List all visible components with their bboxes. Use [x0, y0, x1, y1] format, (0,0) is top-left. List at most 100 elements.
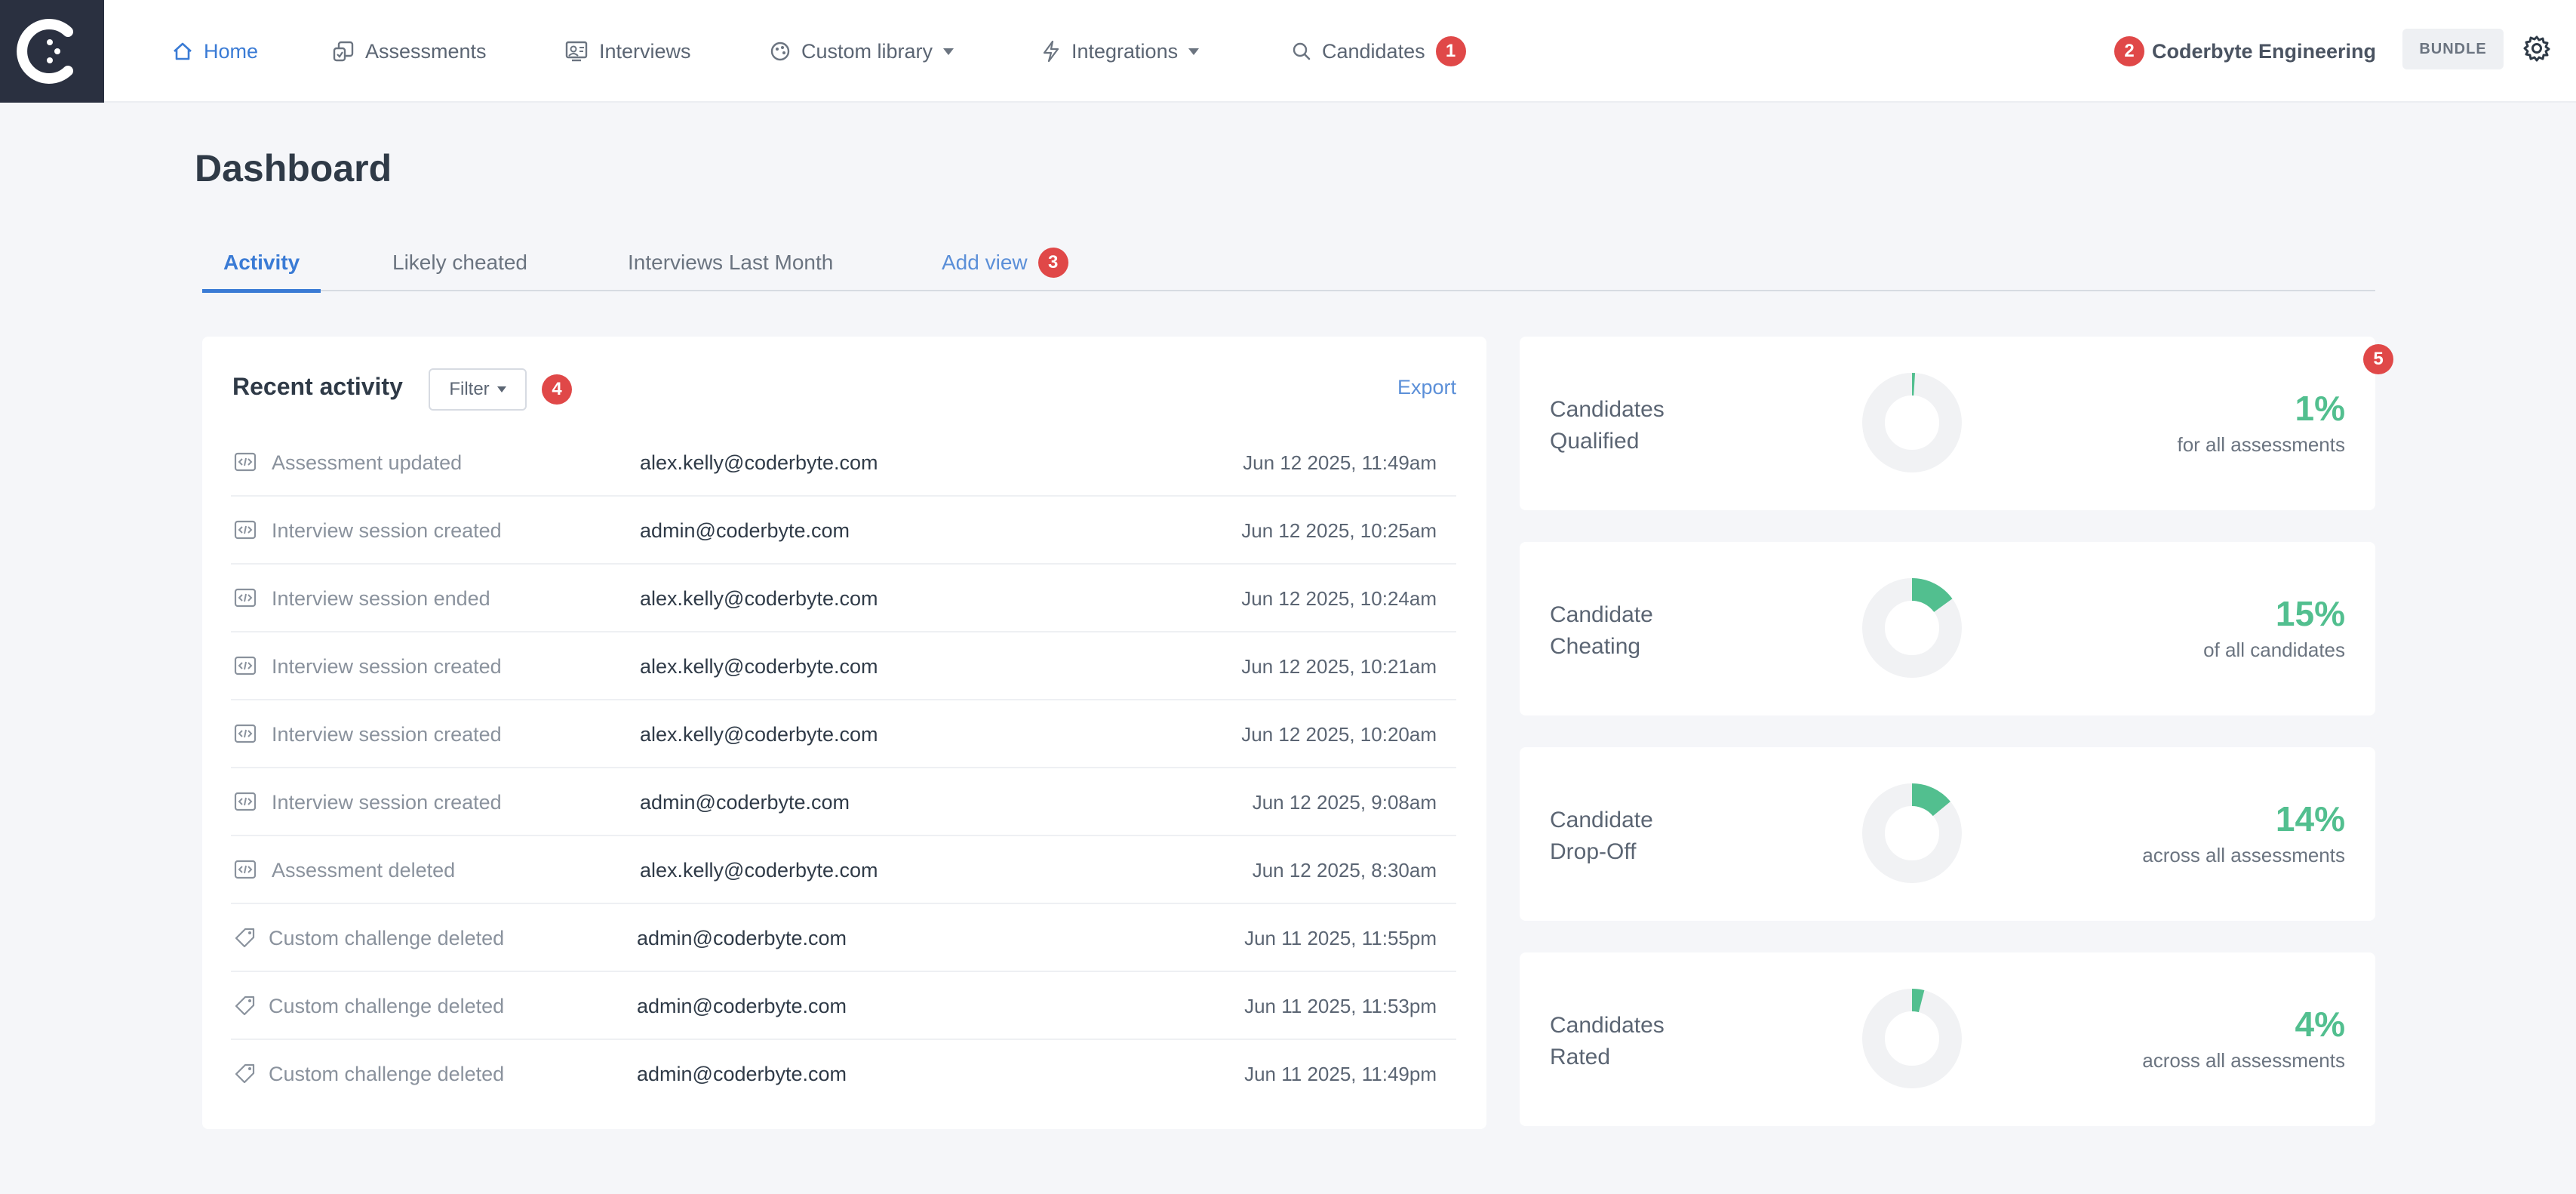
stat-percentage: 1% [2295, 389, 2345, 428]
plan-badge: BUNDLE [2402, 29, 2504, 69]
tab-activity[interactable]: Activity [202, 234, 321, 293]
stat-card-cheating[interactable]: Candidate Cheating 15% of all candidates [1520, 542, 2375, 715]
activity-user: alex.kelly@coderbyte.com [640, 859, 878, 882]
tab-likely-cheated[interactable]: Likely cheated [392, 234, 527, 291]
activity-action: Assessment updated [272, 451, 463, 474]
activity-row[interactable]: Interview session created admin@coderbyt… [231, 497, 1456, 565]
filter-step-badge: 4 [542, 374, 572, 405]
search-icon [1293, 42, 1311, 60]
activity-row[interactable]: Custom challenge deleted admin@coderbyte… [231, 904, 1456, 972]
nav-home[interactable]: Home [172, 35, 258, 68]
nav-custom-library[interactable]: Custom library [770, 35, 954, 68]
stat-subtitle: of all candidates [2203, 639, 2345, 661]
activity-time: Jun 11 2025, 11:55pm [1244, 927, 1437, 949]
interviews-icon [565, 41, 588, 62]
tab-likely-cheated-label: Likely cheated [392, 251, 528, 274]
activity-row[interactable]: Interview session created alex.kelly@cod… [231, 700, 1456, 768]
nav-home-label: Home [204, 39, 259, 63]
activity-action: Interview session created [272, 655, 502, 678]
activity-time: Jun 12 2025, 10:24am [1241, 587, 1437, 610]
donut-chart [1862, 989, 1962, 1088]
stat-card-drop-off[interactable]: Candidate Drop-Off 14% across all assess… [1520, 747, 2375, 921]
stat-label: Candidate Cheating [1550, 599, 1776, 663]
activity-time: Jun 12 2025, 8:30am [1252, 859, 1437, 882]
stat-card-qualified[interactable]: Candidates Qualified 1% for all assessme… [1520, 337, 2375, 510]
stat-label-line2: Qualified [1550, 429, 1640, 454]
top-navigation-bar: Home Assessments Interviews Custom libra… [0, 0, 2576, 103]
stat-label-line1: Candidate [1550, 602, 1653, 627]
activity-user: admin@coderbyte.com [637, 1063, 847, 1085]
code-icon [234, 723, 257, 748]
chevron-down-icon [943, 48, 954, 55]
recent-activity-card: Recent activity Filter 4 Export Assessme… [202, 337, 1486, 1129]
activity-time: Jun 12 2025, 10:20am [1241, 723, 1437, 746]
activity-row[interactable]: Assessment deleted alex.kelly@coderbyte.… [231, 836, 1456, 904]
activity-user: admin@coderbyte.com [640, 791, 850, 814]
nav-candidates-label: Candidates [1322, 39, 1425, 63]
nav-interviews[interactable]: Interviews [564, 35, 691, 68]
dashboard-tabs: Activity Likely cheated Interviews Last … [202, 234, 2375, 293]
org-step-badge: 2 [2114, 36, 2144, 66]
nav-assessments[interactable]: Assessments [332, 35, 487, 68]
donut-track [1862, 989, 1962, 1088]
code-icon [234, 655, 257, 680]
organization-name: Coderbyte Engineering [2152, 39, 2377, 63]
chevron-down-icon [496, 386, 506, 392]
tab-add-view[interactable]: Add view 3 [942, 234, 1068, 291]
bolt-icon [1043, 40, 1059, 63]
activity-user: alex.kelly@coderbyte.com [640, 723, 878, 746]
activity-row[interactable]: Interview session ended alex.kelly@coder… [231, 565, 1456, 632]
add-view-step-badge: 3 [1037, 248, 1068, 278]
filter-button[interactable]: Filter [429, 368, 527, 411]
nav-integrations[interactable]: Integrations [1041, 35, 1200, 68]
stat-percentage: 4% [2295, 1005, 2345, 1044]
donut-chart [1862, 373, 1962, 472]
activity-action: Interview session created [272, 519, 502, 542]
code-icon [234, 519, 257, 544]
activity-list: Assessment updated alex.kelly@coderbyte.… [231, 429, 1456, 1108]
filter-button-label: Filter [449, 379, 490, 399]
activity-time: Jun 11 2025, 11:49pm [1244, 1063, 1437, 1085]
donut-chart [1862, 783, 1962, 883]
code-icon [234, 451, 257, 476]
nav-integrations-label: Integrations [1071, 39, 1179, 63]
activity-row[interactable]: Interview session created alex.kelly@cod… [231, 632, 1456, 700]
nav-assessments-label: Assessments [365, 39, 487, 63]
code-icon [234, 859, 257, 884]
coderbyte-logo[interactable] [0, 0, 104, 103]
settings-button[interactable] [2522, 33, 2552, 67]
library-icon [770, 42, 790, 61]
nav-candidates[interactable]: Candidates 1 [1292, 35, 1466, 68]
assessments-icon [333, 41, 354, 62]
tab-activity-label: Activity [223, 251, 300, 274]
page-title: Dashboard [195, 147, 392, 189]
donut-track [1862, 373, 1962, 472]
activity-action: Assessment deleted [272, 859, 456, 882]
activity-user: admin@coderbyte.com [637, 995, 847, 1017]
recent-activity-title: Recent activity [232, 373, 403, 400]
activity-row[interactable]: Assessment updated alex.kelly@coderbyte.… [231, 429, 1456, 497]
stat-label: Candidates Qualified [1550, 394, 1776, 457]
activity-time: Jun 12 2025, 10:21am [1241, 655, 1437, 678]
gear-icon [2523, 35, 2550, 62]
activity-user: admin@coderbyte.com [640, 519, 850, 542]
activity-row[interactable]: Custom challenge deleted admin@coderbyte… [231, 1040, 1456, 1108]
activity-row[interactable]: Custom challenge deleted admin@coderbyte… [231, 972, 1456, 1040]
stat-label: Candidate Drop-Off [1550, 805, 1776, 868]
stat-card-rated[interactable]: Candidates Rated 4% across all assessmen… [1520, 952, 2375, 1126]
activity-row[interactable]: Interview session created admin@coderbyt… [231, 768, 1456, 836]
organization-switcher[interactable]: 2 Coderbyte Engineering [2114, 35, 2376, 68]
stats-step-badge: 5 [2363, 344, 2393, 374]
export-link[interactable]: Export [1397, 376, 1456, 399]
candidates-step-badge: 1 [1435, 36, 1466, 66]
activity-user: alex.kelly@coderbyte.com [640, 451, 878, 474]
activity-time: Jun 11 2025, 11:53pm [1244, 995, 1437, 1017]
stat-label-line2: Drop-Off [1550, 839, 1637, 864]
tag-icon [234, 927, 257, 952]
stat-label-line2: Rated [1550, 1045, 1611, 1069]
activity-user: alex.kelly@coderbyte.com [640, 655, 878, 678]
tab-interviews-last-month[interactable]: Interviews Last Month [628, 234, 833, 291]
activity-time: Jun 12 2025, 10:25am [1241, 519, 1437, 542]
activity-action: Interview session created [272, 791, 502, 814]
home-icon [174, 42, 192, 60]
